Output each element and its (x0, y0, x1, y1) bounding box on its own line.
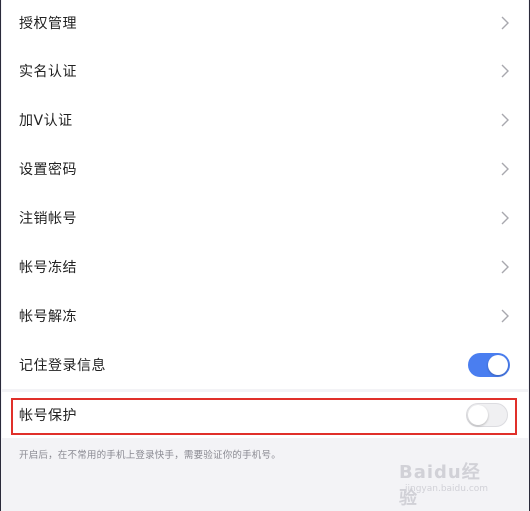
settings-item-label: 实名认证 (19, 63, 77, 80)
settings-item-label: 帐号冻结 (19, 259, 77, 276)
remember-login-label: 记住登录信息 (19, 357, 106, 374)
watermark-subtext: jingyan.baidu.com (405, 484, 489, 494)
settings-item-label: 授权管理 (19, 16, 77, 32)
settings-item-v-verification[interactable]: 加V认证 (2, 95, 528, 144)
chevron-right-icon (500, 308, 510, 324)
settings-item-account-protect: 帐号保护 (2, 392, 528, 438)
chevron-right-icon (500, 112, 510, 128)
baidu-watermark: Baidu经验 jingyan.baidu.com (399, 454, 499, 509)
settings-item-label: 设置密码 (19, 161, 77, 178)
chevron-right-icon (500, 161, 510, 177)
settings-item-set-password[interactable]: 设置密码 (2, 144, 528, 193)
settings-item-authorization[interactable]: 授权管理 (2, 0, 528, 46)
remember-login-toggle[interactable] (468, 352, 510, 377)
settings-item-real-name[interactable]: 实名认证 (2, 46, 528, 95)
account-protect-label: 帐号保护 (19, 408, 77, 424)
settings-item-unfreeze-account[interactable]: 帐号解冻 (2, 291, 528, 340)
settings-list: 授权管理 实名认证 加V认证 设置密码 注销帐号 帐号冻结 帐号解冻 记住登录信… (2, 0, 528, 389)
settings-item-label: 注销帐号 (19, 210, 77, 227)
chevron-right-icon (500, 210, 510, 226)
settings-item-cancel-account[interactable]: 注销帐号 (2, 193, 528, 242)
toggle-knob (488, 354, 508, 375)
settings-item-freeze-account[interactable]: 帐号冻结 (2, 242, 528, 291)
settings-screen: 授权管理 实名认证 加V认证 设置密码 注销帐号 帐号冻结 帐号解冻 记住登录信… (0, 0, 530, 511)
chevron-right-icon (500, 63, 510, 79)
account-protect-toggle[interactable] (466, 403, 508, 427)
toggle-knob (468, 405, 488, 425)
settings-item-label: 帐号解冻 (19, 308, 77, 325)
settings-item-remember-login: 记住登录信息 (2, 340, 528, 389)
account-protect-hint: 开启后，在不常用的手机上登录快手，需要验证你的手机号。 (19, 450, 281, 461)
settings-item-label: 加V认证 (19, 112, 73, 129)
chevron-right-icon (500, 15, 510, 31)
chevron-right-icon (500, 259, 510, 275)
